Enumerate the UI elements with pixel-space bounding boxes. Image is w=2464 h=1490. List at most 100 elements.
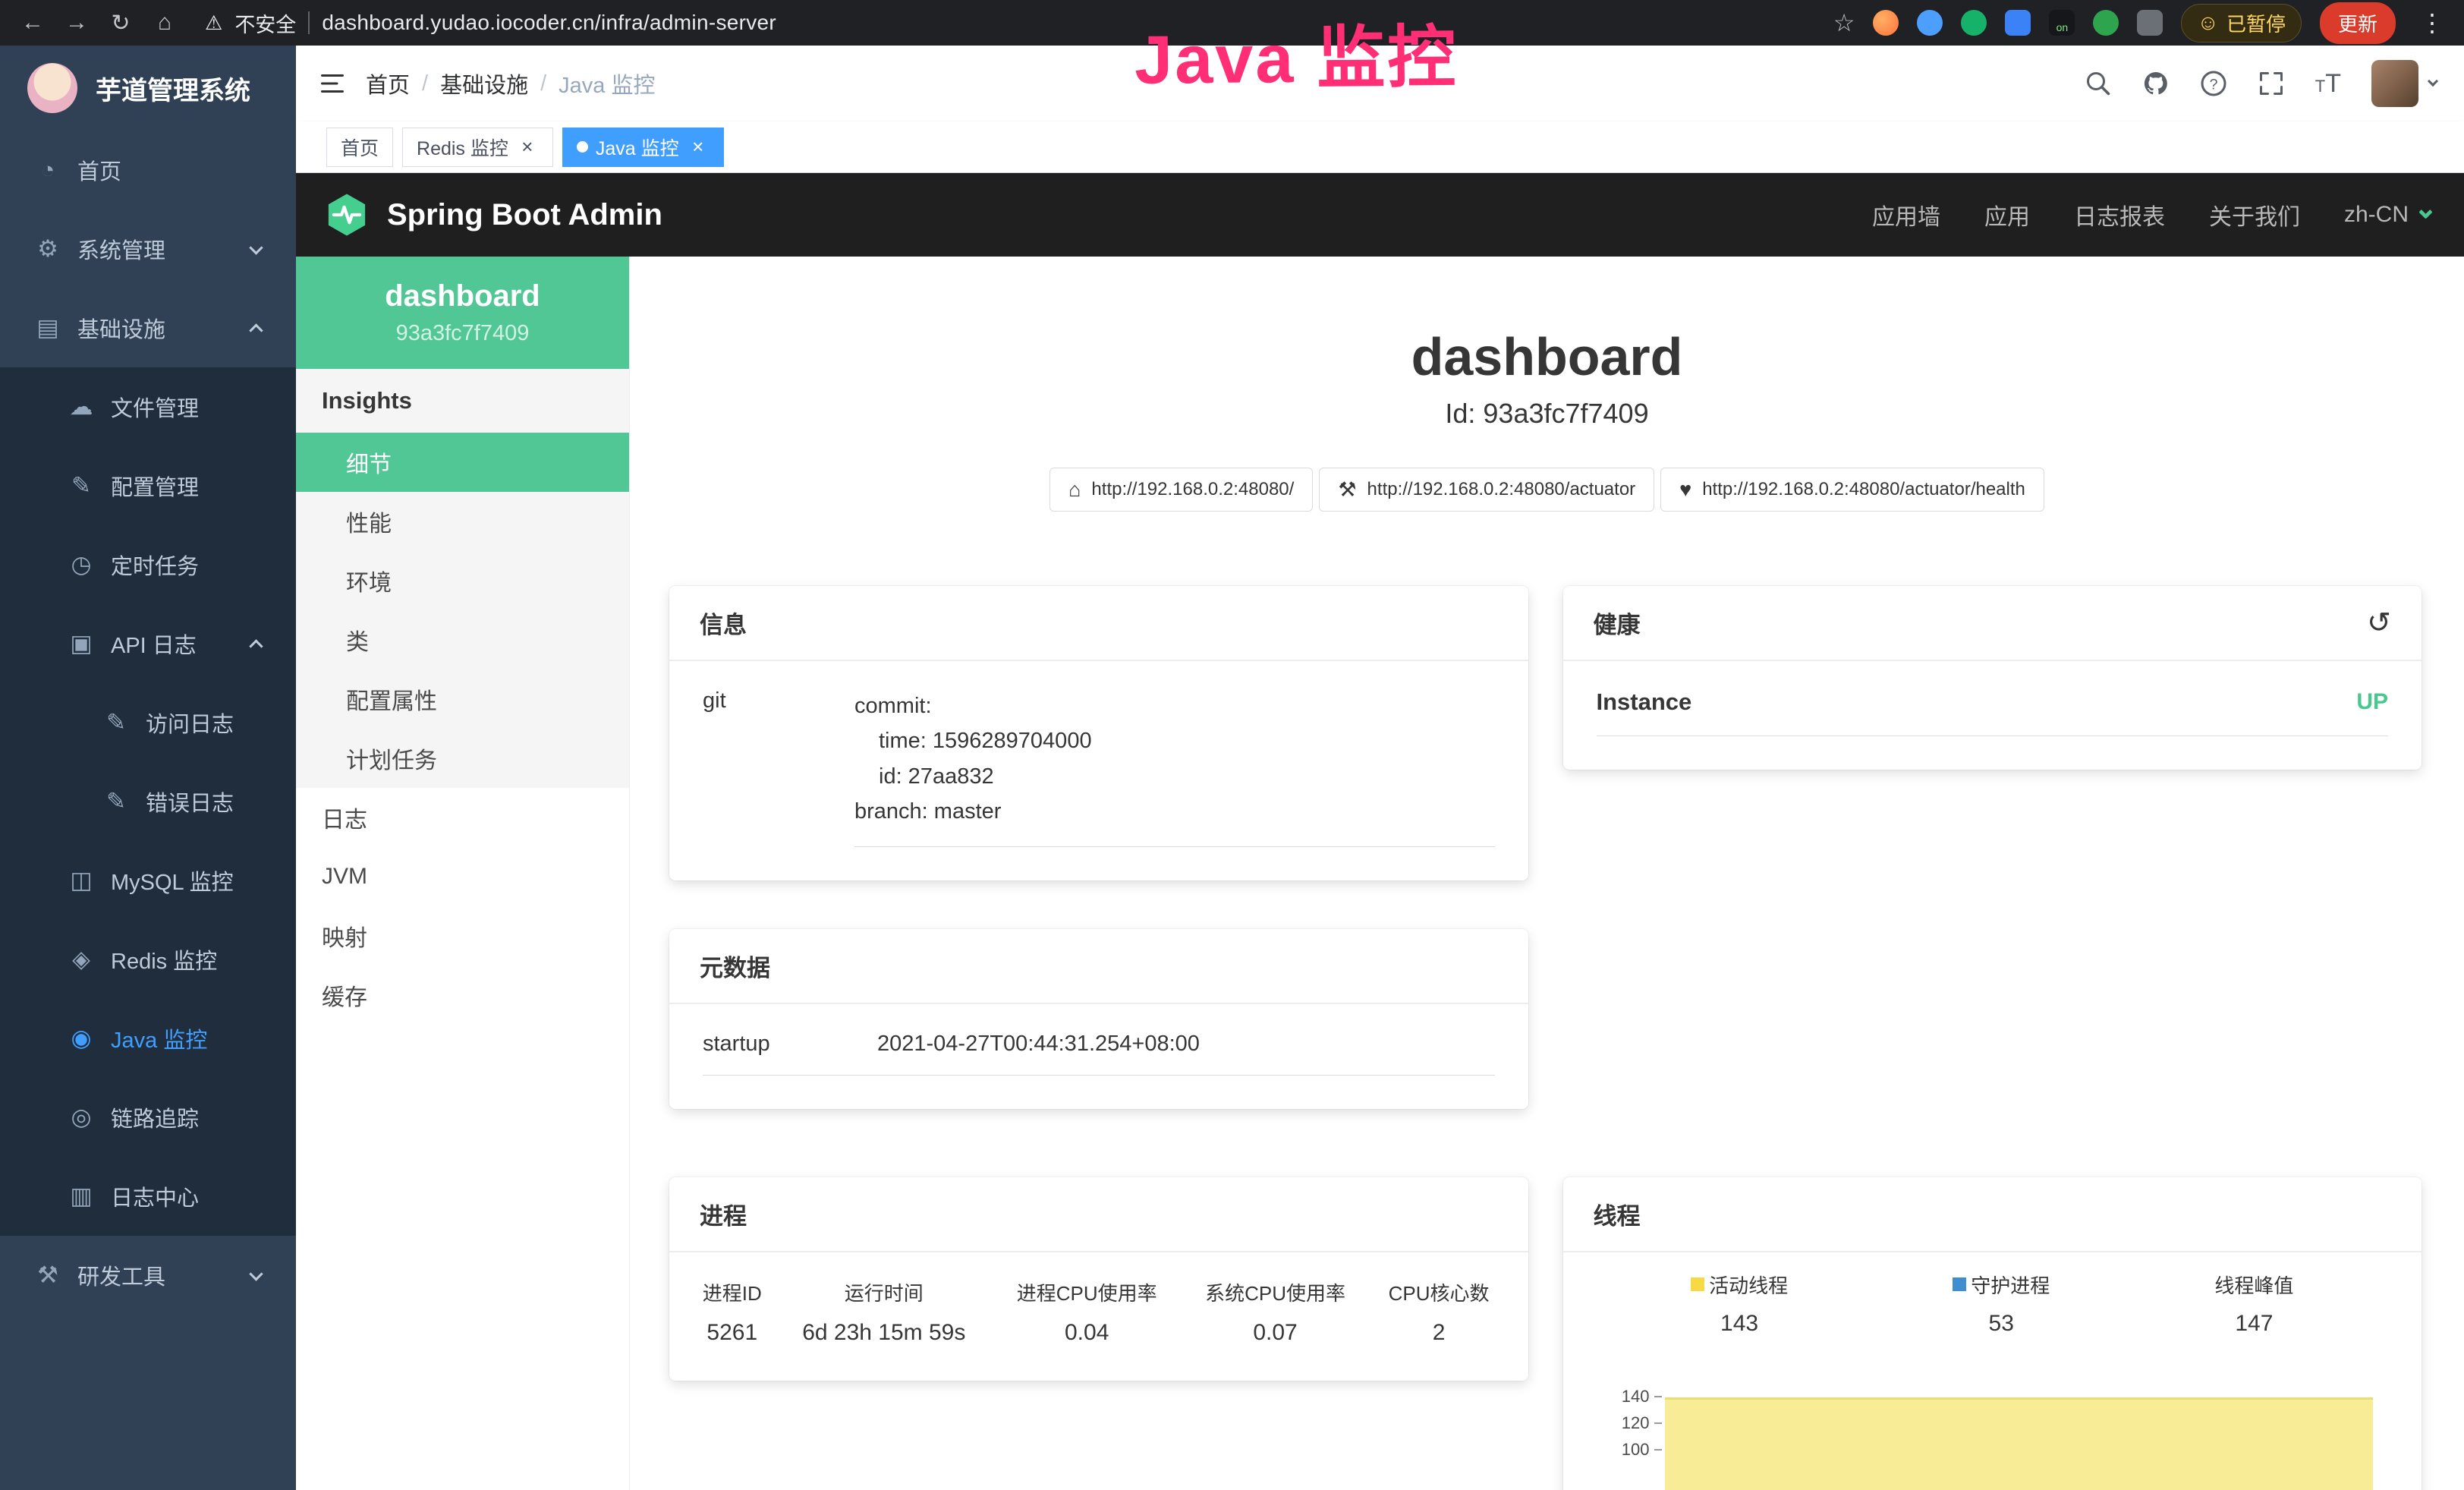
extension-icon-leaf[interactable]: [2093, 10, 2119, 36]
tab-home[interactable]: 首页: [326, 128, 393, 167]
help-icon[interactable]: ?: [2200, 70, 2227, 97]
sba-main: dashboard Id: 93a3fc7f7409 ⌂ http://192.…: [630, 257, 2464, 1490]
update-button[interactable]: 更新: [2320, 2, 2396, 44]
sidebar-item-label: 日志中心: [111, 1180, 199, 1212]
sba-menu-caches[interactable]: 缓存: [296, 966, 629, 1025]
sba-menu-scheduled-tasks[interactable]: 计划任务: [296, 729, 629, 788]
sidebar-item-scheduled-tasks[interactable]: ◷ 定时任务: [0, 525, 296, 604]
health-instance-row[interactable]: Instance UP: [1597, 688, 2389, 736]
extension-icon-on[interactable]: on: [2049, 10, 2075, 36]
process-value: 5261: [689, 1312, 776, 1353]
detail-cards: 信息 git commit: time: 1596289704000 id: 2…: [630, 512, 2464, 1490]
back-icon[interactable]: ←: [14, 10, 52, 36]
close-icon[interactable]: ×: [516, 136, 539, 159]
sba-brand[interactable]: Spring Boot Admin: [323, 191, 662, 238]
info-card: 信息 git commit: time: 1596289704000 id: 2…: [669, 586, 1528, 880]
instance-links: ⌂ http://192.168.0.2:48080/ ⚒ http://192…: [630, 468, 2464, 512]
reload-icon[interactable]: ↻: [102, 10, 140, 36]
search-icon[interactable]: [2085, 70, 2112, 97]
app-logo-row[interactable]: 芋道管理系统: [0, 46, 296, 131]
sba-menu-classes[interactable]: 类: [296, 610, 629, 669]
sba-instance-header[interactable]: dashboard 93a3fc7f7409: [296, 257, 629, 369]
instance-name: dashboard: [304, 279, 622, 313]
sidebar-item-mysql-monitor[interactable]: ◫ MySQL 监控: [0, 841, 296, 920]
sba-nav-applications[interactable]: 应用: [1984, 198, 2030, 232]
sba-menu-group-insights: Insights 细节 性能 环境 类 配置属性 计划任务: [296, 369, 629, 788]
sidebar-item-log-center[interactable]: ▥ 日志中心: [0, 1157, 296, 1236]
bookmark-star-icon[interactable]: ☆: [1833, 8, 1855, 37]
process-col-header: 系统CPU使用率: [1181, 1266, 1369, 1312]
metadata-key: startup: [703, 1032, 877, 1057]
actuator-url-button[interactable]: ⚒ http://192.168.0.2:48080/actuator: [1319, 468, 1654, 512]
history-icon[interactable]: ↺: [2367, 609, 2391, 638]
breadcrumb-home[interactable]: 首页: [366, 68, 410, 99]
sba-menu-jvm[interactable]: JVM: [296, 847, 629, 906]
sba-menu-mappings[interactable]: 映射: [296, 906, 629, 966]
log-icon: ▣: [64, 630, 99, 657]
tab-java-monitor[interactable]: Java 监控 ×: [562, 128, 724, 167]
process-value: 6d 23h 15m 59s: [776, 1312, 993, 1353]
github-icon[interactable]: [2142, 70, 2170, 97]
fullscreen-icon[interactable]: [2258, 70, 2285, 97]
health-url-button[interactable]: ♥ http://192.168.0.2:48080/actuator/heal…: [1660, 468, 2044, 512]
breadcrumb-infrastructure[interactable]: 基础设施: [440, 68, 528, 99]
sba-locale-select[interactable]: zh-CN: [2344, 202, 2431, 228]
extension-icon-green[interactable]: [1961, 10, 1987, 36]
extension-icon-grid[interactable]: [2005, 10, 2031, 36]
status-up-badge: UP: [2356, 689, 2388, 715]
chevron-up-icon: [249, 639, 263, 653]
threads-legend: 活动线程 143 守护进程 53 线程峰值 14: [1578, 1271, 2407, 1337]
sidebar-item-file-management[interactable]: ☁ 文件管理: [0, 367, 296, 446]
sidebar-item-dev-tools[interactable]: ⚒ 研发工具: [0, 1236, 296, 1315]
sidebar-item-error-logs[interactable]: ✎ 错误日志: [0, 762, 296, 841]
sba-menu-logs[interactable]: 日志: [296, 788, 629, 847]
sidebar-item-label: 配置管理: [111, 470, 199, 502]
sidebar-item-home[interactable]: ◔ 首页: [0, 131, 296, 209]
sidebar-item-api-logs[interactable]: ▣ API 日志: [0, 604, 296, 683]
url-text: dashboard.yudao.iocoder.cn/infra/admin-s…: [322, 11, 776, 35]
java-monitor-icon: ◉: [64, 1025, 99, 1052]
sidebar-item-label: 首页: [77, 154, 121, 186]
sba-menu-details[interactable]: 细节: [296, 433, 629, 492]
sidebar-item-config-management[interactable]: ✎ 配置管理: [0, 446, 296, 525]
sba-menu-performance[interactable]: 性能: [296, 492, 629, 551]
sidebar-item-redis-monitor[interactable]: ◈ Redis 监控: [0, 920, 296, 999]
sidebar-item-access-logs[interactable]: ✎ 访问日志: [0, 683, 296, 762]
health-url: http://192.168.0.2:48080/actuator/health: [1702, 479, 2025, 500]
font-size-icon[interactable]: TT: [2315, 69, 2341, 99]
sba-menu-config-props[interactable]: 配置属性: [296, 669, 629, 729]
actuator-url: http://192.168.0.2:48080/actuator: [1367, 479, 1636, 500]
address-bar[interactable]: ⚠ 不安全 dashboard.yudao.iocoder.cn/infra/a…: [205, 8, 1827, 38]
heartbeat-icon: ♥: [1679, 478, 1691, 502]
sidebar-item-tracing[interactable]: ◎ 链路追踪: [0, 1078, 296, 1157]
sidebar-item-system-management[interactable]: ⚙ 系统管理: [0, 209, 296, 288]
extensions-puzzle-icon[interactable]: [2137, 10, 2163, 36]
chart-y-axis: 140 120 100: [1598, 1362, 1662, 1490]
sidebar-item-java-monitor[interactable]: ◉ Java 监控: [0, 999, 296, 1078]
sba-menu-environment[interactable]: 环境: [296, 551, 629, 610]
browser-menu-icon[interactable]: ⋮: [2414, 8, 2450, 37]
user-avatar[interactable]: [2371, 60, 2437, 107]
tab-redis-monitor[interactable]: Redis 监控 ×: [402, 128, 553, 167]
breadcrumb: 首页 / 基础设施 / Java 监控: [366, 68, 655, 99]
screen: ← → ↻ ⌂ ⚠ 不安全 dashboard.yudao.iocoder.cn…: [0, 0, 2464, 1490]
browser-chrome: ← → ↻ ⌂ ⚠ 不安全 dashboard.yudao.iocoder.cn…: [0, 0, 2464, 46]
paused-badge[interactable]: ☺ 已暂停: [2181, 4, 2302, 43]
sba-nav-about[interactable]: 关于我们: [2209, 198, 2300, 232]
home-icon[interactable]: ⌂: [146, 10, 184, 36]
extension-icon-blue[interactable]: [1917, 10, 1943, 36]
extension-icon-orange[interactable]: [1873, 10, 1899, 36]
hamburger-menu-icon[interactable]: [296, 70, 366, 97]
chart-plot-area: [1662, 1362, 2374, 1490]
sba-nav-wallboard[interactable]: 应用墙: [1872, 198, 1940, 232]
process-value: 0.07: [1181, 1312, 1369, 1353]
process-value: 0.04: [993, 1312, 1181, 1353]
sidebar-item-infrastructure[interactable]: ▤ 基础设施: [0, 288, 296, 367]
service-url-button[interactable]: ⌂ http://192.168.0.2:48080/: [1049, 468, 1313, 512]
forward-icon[interactable]: →: [58, 10, 96, 36]
sba-menu-insights[interactable]: Insights: [296, 369, 629, 433]
process-col-header: CPU核心数: [1370, 1266, 1509, 1312]
close-icon[interactable]: ×: [687, 136, 710, 159]
legend-square-yellow: [1691, 1277, 1704, 1291]
sba-nav-journal[interactable]: 日志报表: [2074, 198, 2165, 232]
